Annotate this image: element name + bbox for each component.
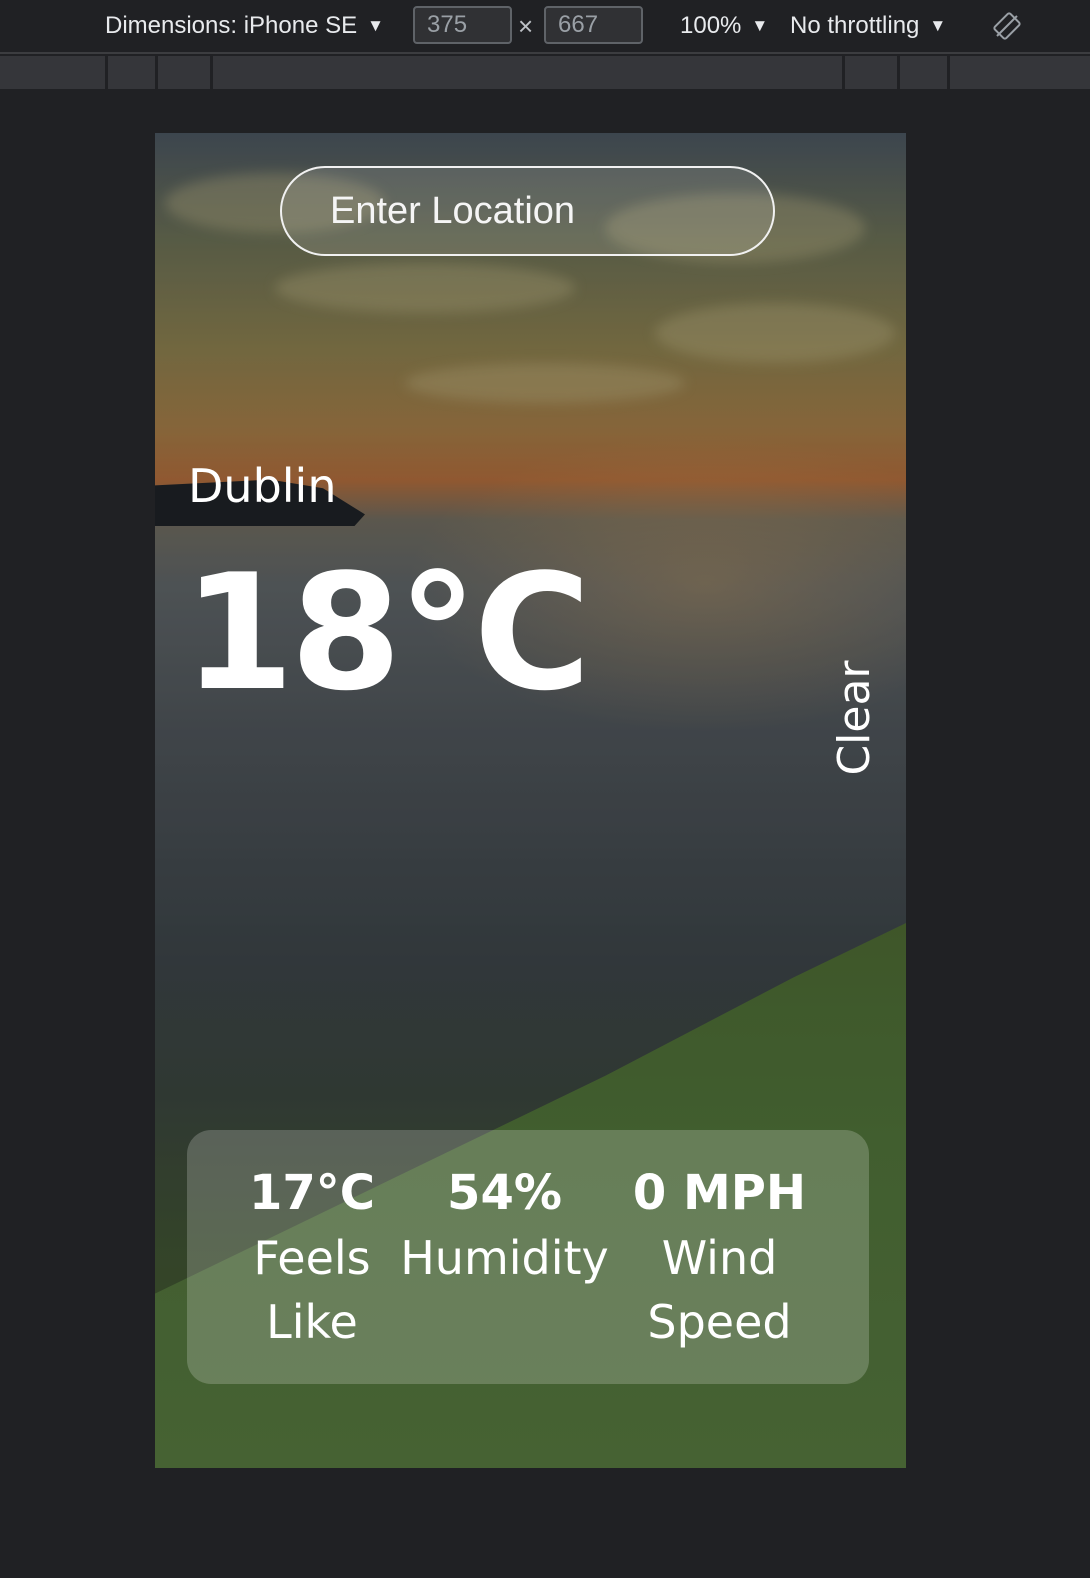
throttling-dropdown[interactable]: No throttling ▼ (790, 0, 946, 52)
ruler-divider (842, 56, 845, 89)
ruler-divider (947, 56, 950, 89)
zoom-label: 100% (680, 12, 742, 39)
viewport-width-input[interactable] (413, 6, 512, 44)
current-temperature: 18°C (183, 539, 591, 726)
viewport-height-input[interactable] (544, 6, 643, 44)
weather-condition: Clear (829, 660, 880, 776)
wind-speed-stat: 0 MPH Wind Speed (627, 1160, 812, 1354)
dropdown-caret-icon: ▼ (751, 16, 769, 35)
humidity-stat: 54% Humidity (397, 1160, 612, 1290)
wind-speed-value: 0 MPH (632, 1165, 807, 1221)
city-name: Dublin (188, 459, 337, 513)
media-query-ruler (0, 56, 1090, 89)
humidity-value: 54% (447, 1165, 562, 1221)
device-dimensions-label: Dimensions: iPhone SE (105, 12, 358, 39)
ruler-divider (155, 56, 158, 89)
feels-like-label-line1: Feels (253, 1231, 371, 1285)
humidity-label: Humidity (400, 1231, 609, 1285)
dropdown-caret-icon: ▼ (367, 16, 384, 35)
wind-speed-label-line2: Speed (647, 1295, 792, 1349)
feels-like-stat: 17°C Feels Like (242, 1160, 382, 1354)
throttling-label: No throttling (790, 12, 920, 39)
feels-like-value: 17°C (248, 1165, 376, 1221)
device-viewport: Dublin 18°C Clear 17°C Feels Like 54% Hu… (155, 133, 906, 1468)
zoom-dropdown[interactable]: 100% ▼ (680, 0, 768, 52)
dropdown-caret-icon: ▼ (929, 16, 947, 35)
ruler-divider (897, 56, 900, 89)
location-search-input[interactable] (280, 166, 775, 256)
devtools-device-toolbar: Dimensions: iPhone SE ▼ × 100% ▼ No thro… (0, 0, 1090, 54)
weather-stats-panel: 17°C Feels Like 54% Humidity 0 MPH Wind … (187, 1130, 869, 1384)
ruler-divider (105, 56, 108, 89)
ruler-divider (210, 56, 213, 89)
rotate-device-icon[interactable] (992, 11, 1022, 41)
wind-speed-label-line1: Wind (661, 1231, 778, 1285)
device-dimensions-dropdown[interactable]: Dimensions: iPhone SE ▼ (105, 0, 384, 52)
feels-like-label-line2: Like (266, 1295, 358, 1349)
dimension-times-symbol: × (518, 10, 534, 41)
